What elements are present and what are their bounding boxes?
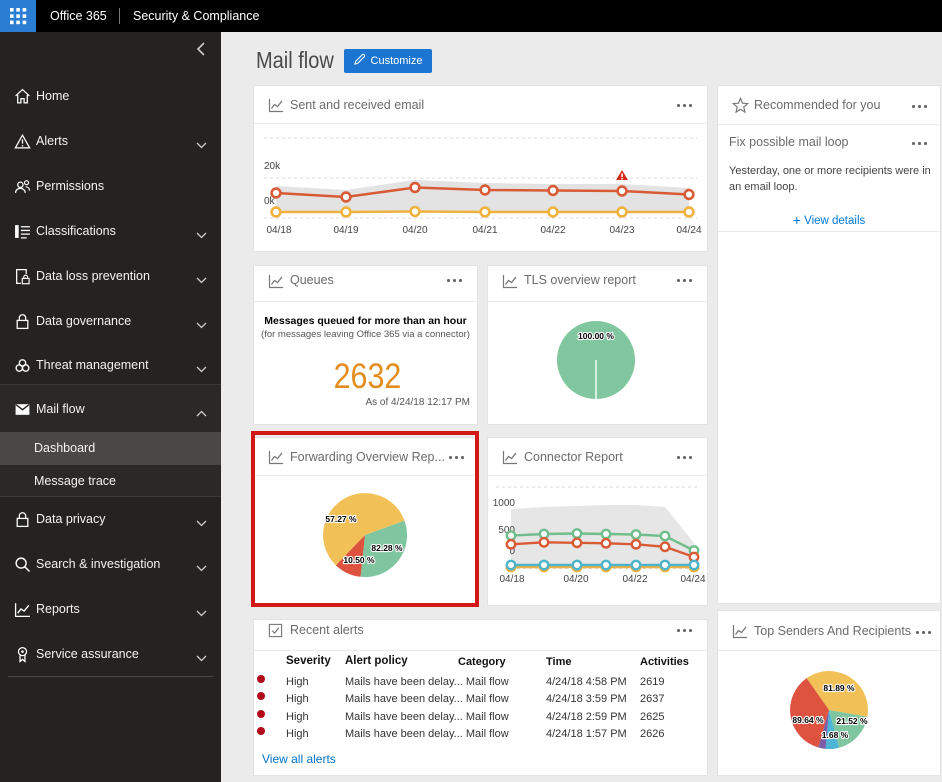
svg-text:04/22: 04/22: [540, 225, 565, 236]
svg-text:04/18: 04/18: [499, 574, 524, 585]
svg-text:04/24: 04/24: [680, 574, 705, 585]
svg-text:04/21: 04/21: [472, 225, 497, 236]
svg-text:04/22: 04/22: [622, 574, 647, 585]
svg-text:20k: 20k: [264, 161, 281, 172]
svg-text:04/20: 04/20: [563, 574, 588, 585]
svg-text:04/24: 04/24: [676, 225, 701, 236]
svg-text:04/20: 04/20: [402, 225, 427, 236]
svg-text:1.68 %: 1.68 %: [822, 730, 849, 740]
svg-text:1000: 1000: [493, 498, 516, 509]
svg-text:89.64 %: 89.64 %: [792, 715, 824, 725]
svg-text:81.89 %: 81.89 %: [823, 683, 855, 693]
svg-text:04/18: 04/18: [266, 225, 291, 236]
svg-text:21.52 %: 21.52 %: [836, 716, 868, 726]
svg-text:04/23: 04/23: [609, 225, 634, 236]
svg-text:04/19: 04/19: [333, 225, 358, 236]
svg-text:100.00 %: 100.00 %: [578, 331, 614, 341]
